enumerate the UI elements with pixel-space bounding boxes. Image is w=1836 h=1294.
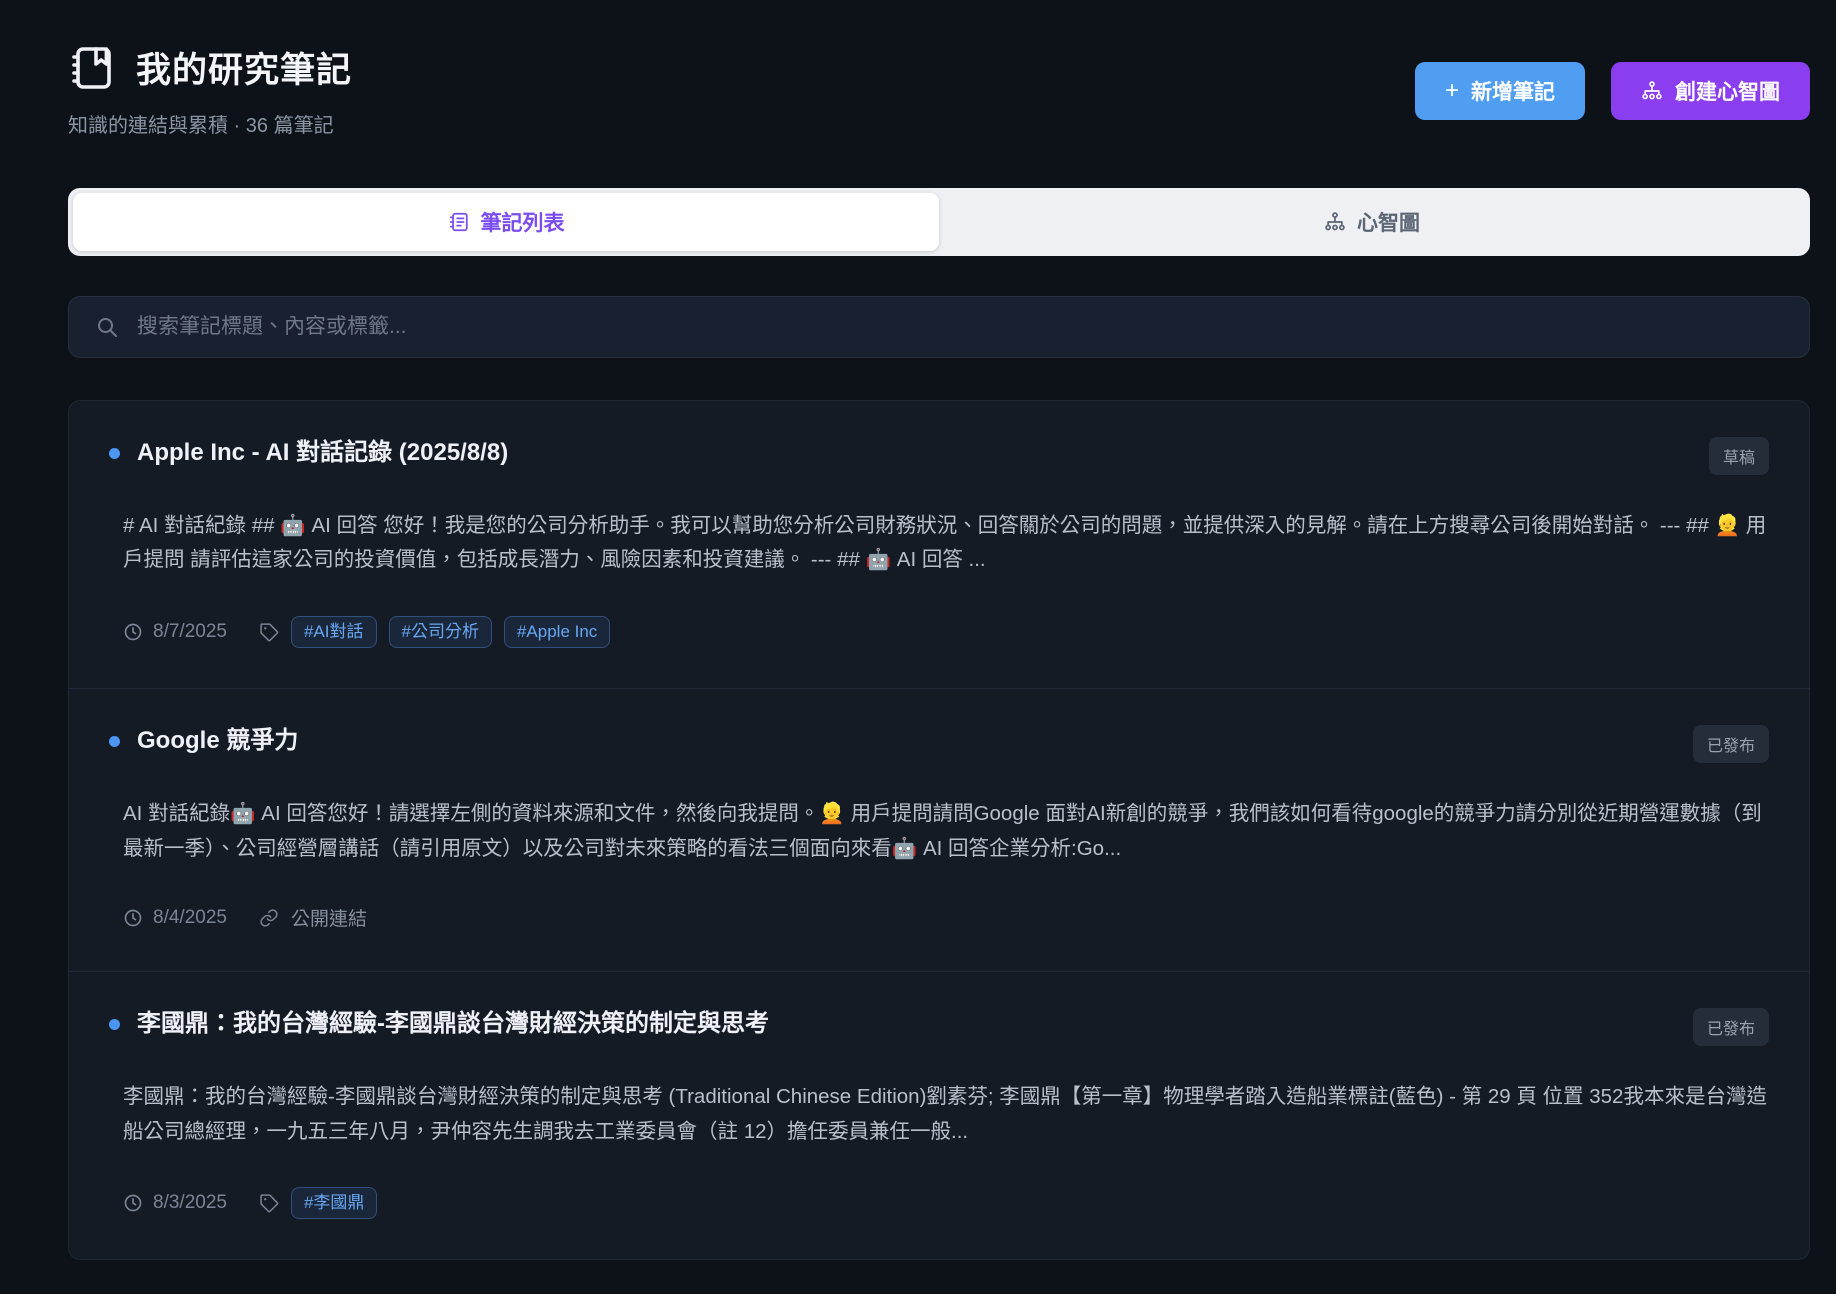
link-icon (260, 908, 278, 927)
search-icon (98, 318, 117, 337)
note-title: Apple Inc - AI 對話記錄 (2025/8/8) (137, 439, 509, 466)
note-preview: 李國鼎：我的台灣經驗-李國鼎談台灣財經決策的制定與思考 (Traditional… (123, 1085, 1767, 1143)
note-list-icon (448, 211, 470, 233)
note-date: 8/4/2025 (153, 906, 227, 928)
note-bullet-dot (109, 1019, 120, 1031)
notes-page: 我的研究筆記 知識的連結與累積 · 36 篇筆記 + 新增筆記 創建心智圖 筆記… (0, 0, 1836, 1261)
header: 我的研究筆記 知識的連結與累積 · 36 篇筆記 + 新增筆記 創建心智圖 (68, 42, 1810, 138)
create-mindmap-label: 創建心智圖 (1675, 81, 1780, 104)
notebook-icon (68, 44, 116, 92)
new-note-label: 新增筆記 (1471, 81, 1555, 104)
note-title: Google 競爭力 (137, 727, 299, 755)
search-bar (68, 296, 1810, 358)
tag-icon (260, 1194, 279, 1213)
tab-mindmap[interactable]: 心智圖 (939, 193, 1805, 251)
header-actions: + 新增筆記 創建心智圖 (1414, 62, 1810, 120)
tag-pill[interactable]: #AI對話 (290, 615, 377, 649)
note-card[interactable]: Google 競爭力 已發布 AI 對話紀錄🤖 AI 回答您好！請選擇左側的資料… (69, 688, 1809, 971)
tag-pill[interactable]: #Apple Inc (503, 615, 611, 649)
tab-note-list-label: 筆記列表 (480, 212, 565, 235)
clock-icon (124, 623, 142, 641)
note-meta: 8/7/2025 #AI對話 #公司分析 #Apple Inc (123, 615, 1769, 649)
mindmap-icon (1641, 80, 1663, 102)
note-card[interactable]: Apple Inc - AI 對話記錄 (2025/8/8) 草稿 # AI 對… (69, 401, 1809, 688)
clock-icon (124, 1194, 142, 1212)
note-meta: 8/3/2025 #李國鼎 (123, 1187, 1769, 1220)
note-bullet-dot (109, 448, 120, 459)
note-preview: # AI 對話紀錄 ## 🤖 AI 回答 您好！我是您的公司分析助手。我可以幫助… (123, 514, 1767, 572)
tab-mindmap-label: 心智圖 (1357, 212, 1420, 235)
status-badge: 已發布 (1692, 1008, 1769, 1047)
page-subtitle: 知識的連結與累積 · 36 篇筆記 (68, 115, 334, 137)
tab-note-list[interactable]: 筆記列表 (73, 193, 939, 251)
page-title: 我的研究筆記 (136, 51, 353, 90)
status-badge: 已發布 (1692, 725, 1769, 764)
create-mindmap-button[interactable]: 創建心智圖 (1611, 62, 1810, 120)
note-meta: 8/4/2025 公開連結 (123, 904, 1769, 931)
note-list: Apple Inc - AI 對話記錄 (2025/8/8) 草稿 # AI 對… (68, 400, 1810, 1261)
view-tabbar: 筆記列表 心智圖 (68, 188, 1810, 256)
tag-pill[interactable]: #李國鼎 (290, 1187, 378, 1220)
clock-icon (124, 909, 142, 926)
note-bullet-dot (109, 736, 120, 748)
note-card[interactable]: 李國鼎：我的台灣經驗-李國鼎談台灣財經決策的制定與思考 已發布 李國鼎：我的台灣… (69, 971, 1809, 1259)
tag-pill[interactable]: #公司分析 (388, 615, 492, 649)
note-date: 8/7/2025 (153, 621, 227, 643)
status-badge: 草稿 (1708, 437, 1769, 475)
plus-icon: + (1444, 77, 1459, 104)
new-note-button[interactable]: + 新增筆記 (1414, 62, 1585, 120)
mindmap-icon (1324, 211, 1346, 233)
note-title: 李國鼎：我的台灣經驗-李國鼎談台灣財經決策的制定與思考 (137, 1010, 769, 1038)
note-preview: AI 對話紀錄🤖 AI 回答您好！請選擇左側的資料來源和文件，然後向我提問。👱 … (123, 802, 1762, 860)
tag-icon (260, 623, 279, 642)
note-date: 8/3/2025 (153, 1192, 227, 1214)
public-link[interactable]: 公開連結 (291, 904, 367, 931)
title-block: 我的研究筆記 知識的連結與累積 · 36 篇筆記 (68, 42, 352, 138)
search-input[interactable] (135, 314, 1783, 340)
